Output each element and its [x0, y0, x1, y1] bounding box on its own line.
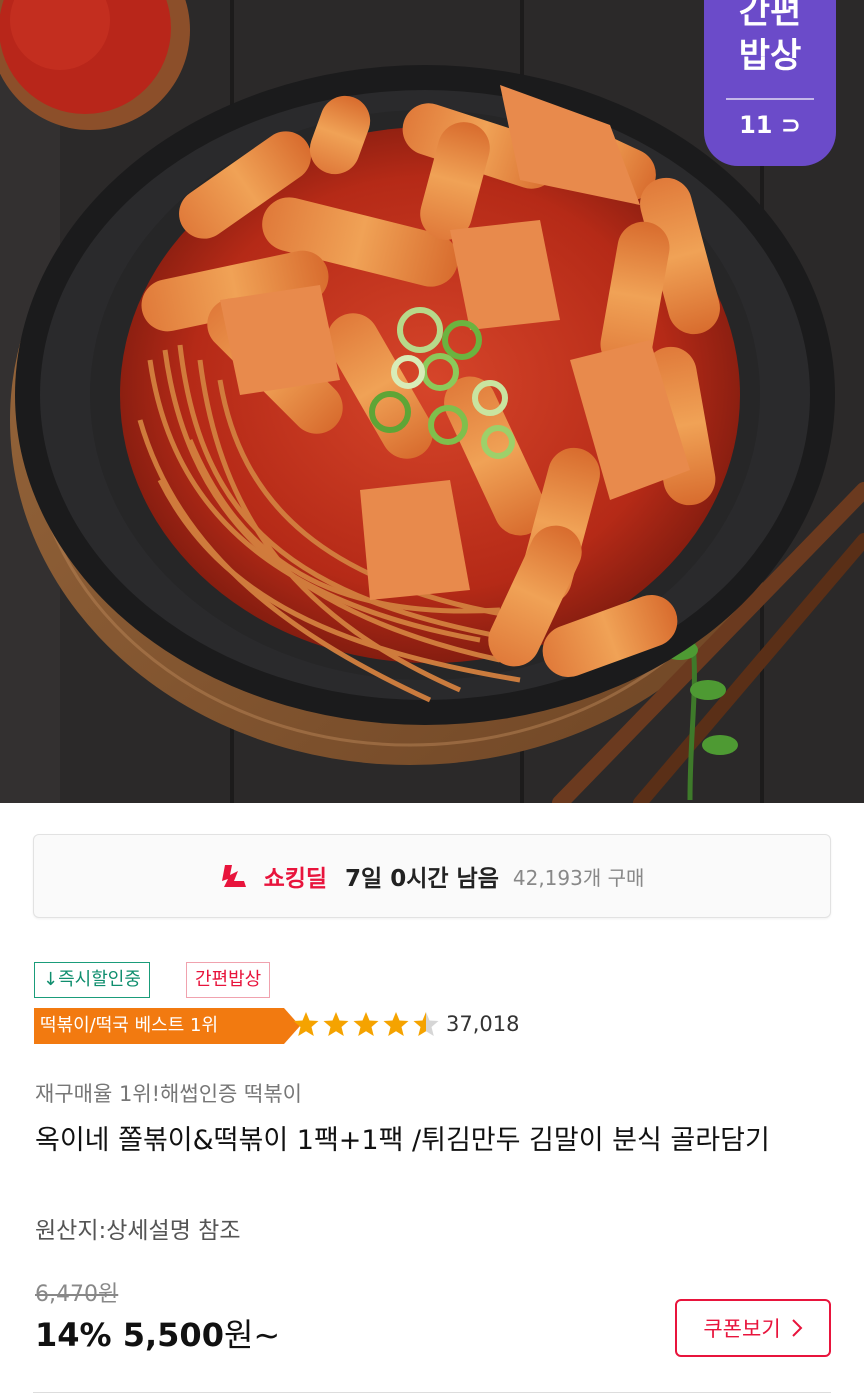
product-origin: 원산지:상세설명 참조: [35, 1218, 241, 1244]
deal-time-left: 7일 0시간 남음: [345, 866, 499, 892]
simple-meal-badge: 간편 밥상 11 ⊃: [704, 0, 836, 166]
chevron-right-icon: [791, 1319, 803, 1337]
badge-divider: [726, 98, 814, 100]
shocking-deal-bar[interactable]: 쇼킹딜 7일 0시간 남음 42,193개 구매: [33, 834, 831, 918]
product-title: 옥이네 쫄볶이&떡볶이 1팩+1팩 /튀김만두 김말이 분식 골라담기: [35, 1125, 770, 1156]
star-icon: [383, 1012, 409, 1036]
deal-purchase-count: 42,193개 구매: [512, 865, 645, 890]
product-subtitle: 재구매율 1위!해썹인증 떡볶이: [35, 1082, 302, 1106]
deal-name: 쇼킹딜: [263, 866, 328, 892]
star-icon: [413, 1012, 439, 1036]
arrow-right-icon: ⊃: [772, 111, 801, 139]
discount-rate: 14%: [35, 1316, 112, 1354]
divider: [33, 1392, 831, 1393]
instant-discount-tag: ↓즉시할인중: [34, 962, 150, 998]
price-amount: 5,500: [122, 1316, 224, 1354]
badge-logo-text: 11: [739, 111, 773, 139]
badge-line-2: 밥상: [738, 36, 802, 76]
star-rating[interactable]: [292, 1010, 440, 1038]
badge-line-1: 간편: [738, 0, 802, 32]
star-icon: [323, 1012, 349, 1036]
lightning-icon: [221, 865, 246, 887]
coupon-button[interactable]: 쿠폰보기: [675, 1299, 831, 1357]
price-unit: 원~: [223, 1316, 281, 1354]
product-image[interactable]: 간편 밥상 11 ⊃: [0, 0, 864, 803]
coupon-label: 쿠폰보기: [703, 1317, 781, 1341]
best-ranking-label: 떡볶이/떡국 베스트 1위: [34, 1008, 284, 1044]
original-price: 6,470원: [35, 1282, 119, 1307]
simple-meal-tag: 간편밥상: [186, 962, 271, 998]
review-count[interactable]: 37,018: [446, 1012, 519, 1036]
sale-price: 14% 5,500원~: [35, 1310, 280, 1356]
star-icon: [353, 1012, 379, 1036]
star-icon: [293, 1012, 319, 1036]
badge-logo: 11 ⊃: [704, 110, 836, 140]
